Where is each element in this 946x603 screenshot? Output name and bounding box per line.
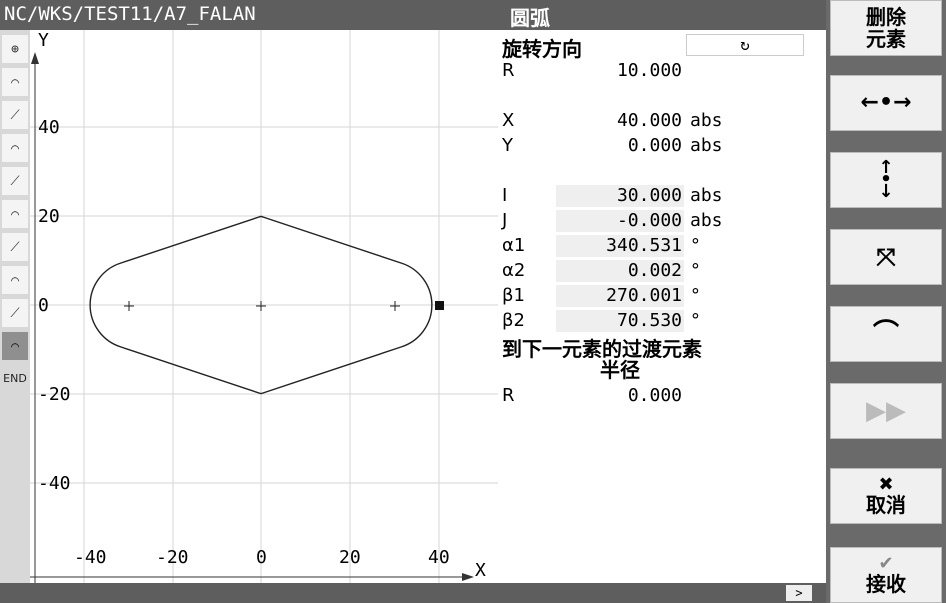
x-axis-label: X <box>475 560 486 581</box>
accept-icon: ✔ <box>878 553 894 574</box>
arc-icon[interactable]: ⌒ <box>2 200 28 228</box>
start-point-icon[interactable]: ⊕ <box>2 35 28 63</box>
transition-radius-field[interactable]: 0.000 <box>556 385 684 407</box>
x-tick-label: 0 <box>256 547 267 568</box>
delete-label-line2: 元素 <box>866 27 906 51</box>
beta2-unit: ° <box>690 310 701 331</box>
line-icon[interactable]: ⟋ <box>2 233 28 261</box>
alpha1-field[interactable]: 340.531 <box>556 235 684 257</box>
radius-label: R <box>502 60 515 81</box>
center-i-label: I <box>502 185 508 206</box>
end-marker[interactable]: END <box>2 372 28 385</box>
beta1-unit: ° <box>690 285 701 306</box>
mirror-horizontal-icon: ←•→ <box>860 90 912 115</box>
center-markers <box>124 301 400 311</box>
x-tick-label: 20 <box>339 547 361 568</box>
y-axis-label: Y <box>38 30 49 51</box>
end-x-unit[interactable]: abs <box>690 110 723 131</box>
cancel-button[interactable]: ✖ 取消 <box>830 468 942 524</box>
beta2-label: β2 <box>502 310 525 331</box>
transition-radius-label: R <box>502 385 515 406</box>
zoom-fit-icon: ⤧ <box>876 243 896 271</box>
next-button[interactable]: ▶▶ <box>830 383 942 439</box>
alpha2-field[interactable]: 0.002 <box>556 260 684 282</box>
end-x-label: X <box>502 110 515 131</box>
end-y-unit[interactable]: abs <box>690 135 723 156</box>
delete-element-button[interactable]: 删除 元素 <box>830 0 942 56</box>
rotation-direction-label: 旋转方向 <box>502 37 582 61</box>
end-x-field[interactable]: 40.000 <box>556 110 684 132</box>
title-bar: NC/WKS/TEST11/A7_FALAN 圆弧 <box>0 0 826 30</box>
arc-icon[interactable]: ⌒ <box>2 266 28 294</box>
arc-icon[interactable]: ⌒ <box>2 134 28 162</box>
y-tick-label: -40 <box>38 473 71 494</box>
beta2-field[interactable]: 70.530 <box>556 310 684 332</box>
beta1-label: β1 <box>502 285 525 306</box>
status-bar: > <box>0 583 826 603</box>
y-tick-label: 40 <box>38 117 60 138</box>
current-point-marker <box>435 301 444 310</box>
line-icon[interactable]: ⟋ <box>2 299 28 327</box>
rotation-direction-select[interactable]: ↻ <box>686 34 804 56</box>
alpha2-label: α2 <box>502 260 526 281</box>
softkey-bar: 删除 元素 ←•→ ↑ • ↓ ⤧ ⌒ ▶▶ ✖ 取消 ✔ 接收 <box>826 0 946 603</box>
center-j-unit[interactable]: abs <box>690 210 723 231</box>
mirror-horizontal-button[interactable]: ←•→ <box>830 75 942 131</box>
element-toolbar: ⊕ ⌒ ⟋ ⌒ ⟋ ⌒ ⟋ ⌒ ⟋ ⌒ END <box>0 30 30 583</box>
x-axis-arrow <box>462 573 474 581</box>
y-tick-label: 0 <box>38 295 49 316</box>
line-icon[interactable]: ⟋ <box>2 167 28 195</box>
center-j-field[interactable]: -0.000 <box>556 210 684 232</box>
alpha1-unit: ° <box>690 235 701 256</box>
panel-title: 圆弧 <box>510 6 550 30</box>
zoom-fit-button[interactable]: ⤧ <box>830 229 942 285</box>
arc-direction-icon: ⌒ <box>872 319 899 349</box>
center-i-field[interactable]: 30.000 <box>556 185 684 207</box>
parameter-panel: 旋转方向 ↻ R 10.000 X 40.000 abs Y 0.000 abs… <box>498 30 826 583</box>
arc-direction-button[interactable]: ⌒ <box>830 306 942 362</box>
x-tick-label: -20 <box>156 547 189 568</box>
center-j-label: J <box>502 210 508 231</box>
beta1-field[interactable]: 270.001 <box>556 285 684 307</box>
x-tick-label: 40 <box>428 547 450 568</box>
mirror-vertical-button[interactable]: ↑ • ↓ <box>830 152 942 208</box>
x-tick-label: -40 <box>74 547 107 568</box>
mirror-vertical-icon: ↑ • ↓ <box>878 157 894 202</box>
end-y-field[interactable]: 0.000 <box>556 135 684 157</box>
end-y-label: Y <box>502 135 513 156</box>
fast-forward-icon: ▶▶ <box>866 396 906 426</box>
contour-canvas <box>30 30 498 583</box>
line-icon[interactable]: ⟋ <box>2 101 28 129</box>
contour-graphic[interactable]: Y X 40 20 0 -20 -40 -40 -20 0 20 40 <box>30 30 498 583</box>
delete-label-line1: 删除 <box>866 5 906 29</box>
alpha2-unit: ° <box>690 260 701 281</box>
cancel-label: 取消 <box>866 493 906 517</box>
arc-icon[interactable]: ⌒ <box>2 68 28 96</box>
accept-label: 接收 <box>866 572 906 596</box>
arc-icon-selected[interactable]: ⌒ <box>2 332 28 360</box>
center-i-unit[interactable]: abs <box>690 185 723 206</box>
y-tick-label: -20 <box>38 384 71 405</box>
alpha1-label: α1 <box>502 235 526 256</box>
radius-field[interactable]: 10.000 <box>556 60 684 82</box>
y-axis-arrow <box>31 52 39 64</box>
y-tick-label: 20 <box>38 206 60 227</box>
transition-type-select[interactable]: 半径 <box>556 358 684 382</box>
scroll-right-button[interactable]: > <box>786 585 812 601</box>
cancel-icon: ✖ <box>878 474 894 495</box>
program-path: NC/WKS/TEST11/A7_FALAN <box>4 3 256 25</box>
accept-button[interactable]: ✔ 接收 <box>830 547 942 603</box>
